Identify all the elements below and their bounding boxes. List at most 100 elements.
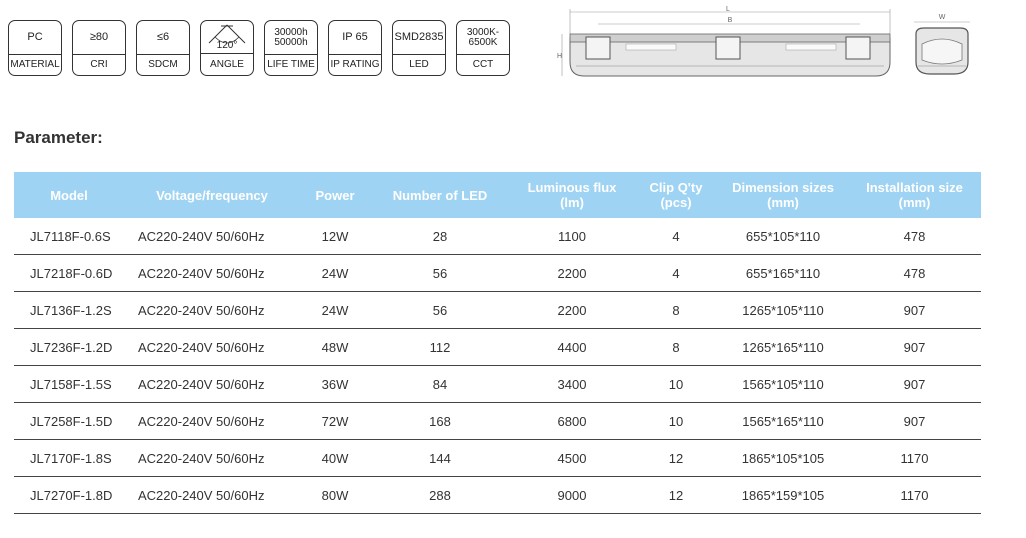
fixture-end-drawing: W — [914, 14, 970, 75]
badge-value: IP 65 — [329, 21, 381, 55]
cell-dimension: 655*105*110 — [718, 218, 848, 255]
cell-dimension: 1565*105*110 — [718, 365, 848, 403]
badge-value: SMD2835 — [393, 21, 445, 55]
cell-clip-qty: 8 — [634, 291, 718, 329]
badge-lifetime: 30000h 50000h LIFE TIME — [264, 20, 318, 76]
cell-model: JL7270F-1.8D — [14, 476, 124, 514]
header-model: Model — [14, 172, 124, 218]
cell-installation: 907 — [848, 365, 981, 403]
cell-luminous-flux: 2200 — [510, 291, 634, 329]
cell-luminous-flux: 4500 — [510, 439, 634, 477]
badge-ip: IP 65 IP RATING — [328, 20, 382, 76]
section-title: Parameter: — [14, 128, 103, 147]
cell-clip-qty: 8 — [634, 328, 718, 366]
badge-angle: 120° ANGLE — [200, 20, 254, 76]
badge-material: PC MATERIAL — [8, 20, 62, 76]
dimension-label-h: H — [557, 53, 562, 60]
cell-luminous-flux: 9000 — [510, 476, 634, 514]
badge-value: 3000K- 6500K — [457, 21, 509, 55]
table-row: JL7170F-1.8S AC220-240V 50/60Hz 40W 144 4500… — [14, 439, 981, 477]
badge-label: ANGLE — [210, 58, 244, 70]
badge-label: LIFE TIME — [267, 58, 315, 70]
cell-power: 36W — [300, 365, 370, 403]
cell-dimension: 655*165*110 — [718, 254, 848, 292]
cell-voltage: AC220-240V 50/60Hz — [124, 476, 300, 514]
table-row: JL7270F-1.8D AC220-240V 50/60Hz 80W 288 9000… — [14, 476, 981, 514]
cell-installation: 907 — [848, 328, 981, 366]
cell-power: 40W — [300, 439, 370, 477]
cell-led-count: 56 — [370, 254, 510, 292]
dimension-label-l: L — [726, 6, 730, 13]
cell-luminous-flux: 1100 — [510, 218, 634, 255]
cell-voltage: AC220-240V 50/60Hz — [124, 291, 300, 329]
cell-clip-qty: 4 — [634, 218, 718, 255]
cell-model: JL7118F-0.6S — [14, 218, 124, 255]
cell-power: 24W — [300, 254, 370, 292]
badge-sdcm: ≤6 SDCM — [136, 20, 190, 76]
badge-value: PC — [9, 21, 61, 55]
badge-label: IP RATING — [330, 58, 380, 70]
parameter-table: Model Voltage/frequency Power Number of … — [14, 172, 981, 514]
cell-clip-qty: 12 — [634, 439, 718, 477]
cell-led-count: 84 — [370, 365, 510, 403]
cell-dimension: 1265*165*110 — [718, 328, 848, 366]
cell-voltage: AC220-240V 50/60Hz — [124, 439, 300, 477]
badge-value: 30000h 50000h — [265, 21, 317, 55]
cell-led-count: 56 — [370, 291, 510, 329]
cell-dimension: 1865*159*105 — [718, 476, 848, 514]
cell-led-count: 144 — [370, 439, 510, 477]
cell-power: 48W — [300, 328, 370, 366]
cell-installation: 1170 — [848, 476, 981, 514]
header-dimension: Dimension sizes (mm) — [718, 172, 848, 218]
cell-power: 24W — [300, 291, 370, 329]
cell-voltage: AC220-240V 50/60Hz — [124, 365, 300, 403]
header-voltage: Voltage/frequency — [124, 172, 300, 218]
cell-power: 72W — [300, 402, 370, 440]
badge-value: 120° — [201, 21, 253, 54]
table-row: JL7118F-0.6S AC220-240V 50/60Hz 12W 28 1100 4… — [14, 218, 981, 255]
cell-model: JL7236F-1.2D — [14, 328, 124, 366]
cell-voltage: AC220-240V 50/60Hz — [124, 218, 300, 255]
cell-led-count: 112 — [370, 328, 510, 366]
cell-model: JL7258F-1.5D — [14, 402, 124, 440]
cell-led-count: 288 — [370, 476, 510, 514]
badge-label: SDCM — [148, 58, 178, 70]
badge-cct: 3000K- 6500K CCT — [456, 20, 510, 76]
cell-clip-qty: 4 — [634, 254, 718, 292]
cell-luminous-flux: 6800 — [510, 402, 634, 440]
cell-luminous-flux: 3400 — [510, 365, 634, 403]
cell-installation: 1170 — [848, 439, 981, 477]
cell-model: JL7218F-0.6D — [14, 254, 124, 292]
badge-label: CRI — [90, 58, 108, 70]
fixture-side-drawing: L B H — [557, 6, 891, 77]
cell-voltage: AC220-240V 50/60Hz — [124, 254, 300, 292]
header-clip-qty: Clip Q'ty (pcs) — [634, 172, 718, 218]
cell-voltage: AC220-240V 50/60Hz — [124, 402, 300, 440]
cell-model: JL7170F-1.8S — [14, 439, 124, 477]
badge-label: CCT — [472, 58, 494, 70]
badge-label: MATERIAL — [10, 58, 60, 70]
cell-installation: 907 — [848, 291, 981, 329]
cell-power: 80W — [300, 476, 370, 514]
dimension-label-w: W — [939, 14, 946, 21]
header-led-count: Number of LED — [370, 172, 510, 218]
cell-power: 12W — [300, 218, 370, 255]
badge-cri: ≥80 CRI — [72, 20, 126, 76]
cell-clip-qty: 10 — [634, 365, 718, 403]
table-row: JL7258F-1.5D AC220-240V 50/60Hz 72W 168 6800… — [14, 402, 981, 440]
header-installation: Installation size (mm) — [848, 172, 981, 218]
table-row: JL7136F-1.2S AC220-240V 50/60Hz 24W 56 2200 8… — [14, 291, 981, 329]
badge-value: ≤6 — [137, 21, 189, 55]
badge-value: ≥80 — [73, 21, 125, 55]
cell-dimension: 1265*105*110 — [718, 291, 848, 329]
cell-dimension: 1565*165*110 — [718, 402, 848, 440]
cell-led-count: 28 — [370, 218, 510, 255]
table-row: JL7158F-1.5S AC220-240V 50/60Hz 36W 84 3400 1… — [14, 365, 981, 403]
cell-luminous-flux: 4400 — [510, 328, 634, 366]
cell-voltage: AC220-240V 50/60Hz — [124, 328, 300, 366]
cell-led-count: 168 — [370, 402, 510, 440]
table-row: JL7236F-1.2D AC220-240V 50/60Hz 48W 112 4400… — [14, 328, 981, 366]
badge-led: SMD2835 LED — [392, 20, 446, 76]
cell-dimension: 1865*105*105 — [718, 439, 848, 477]
cell-installation: 907 — [848, 402, 981, 440]
